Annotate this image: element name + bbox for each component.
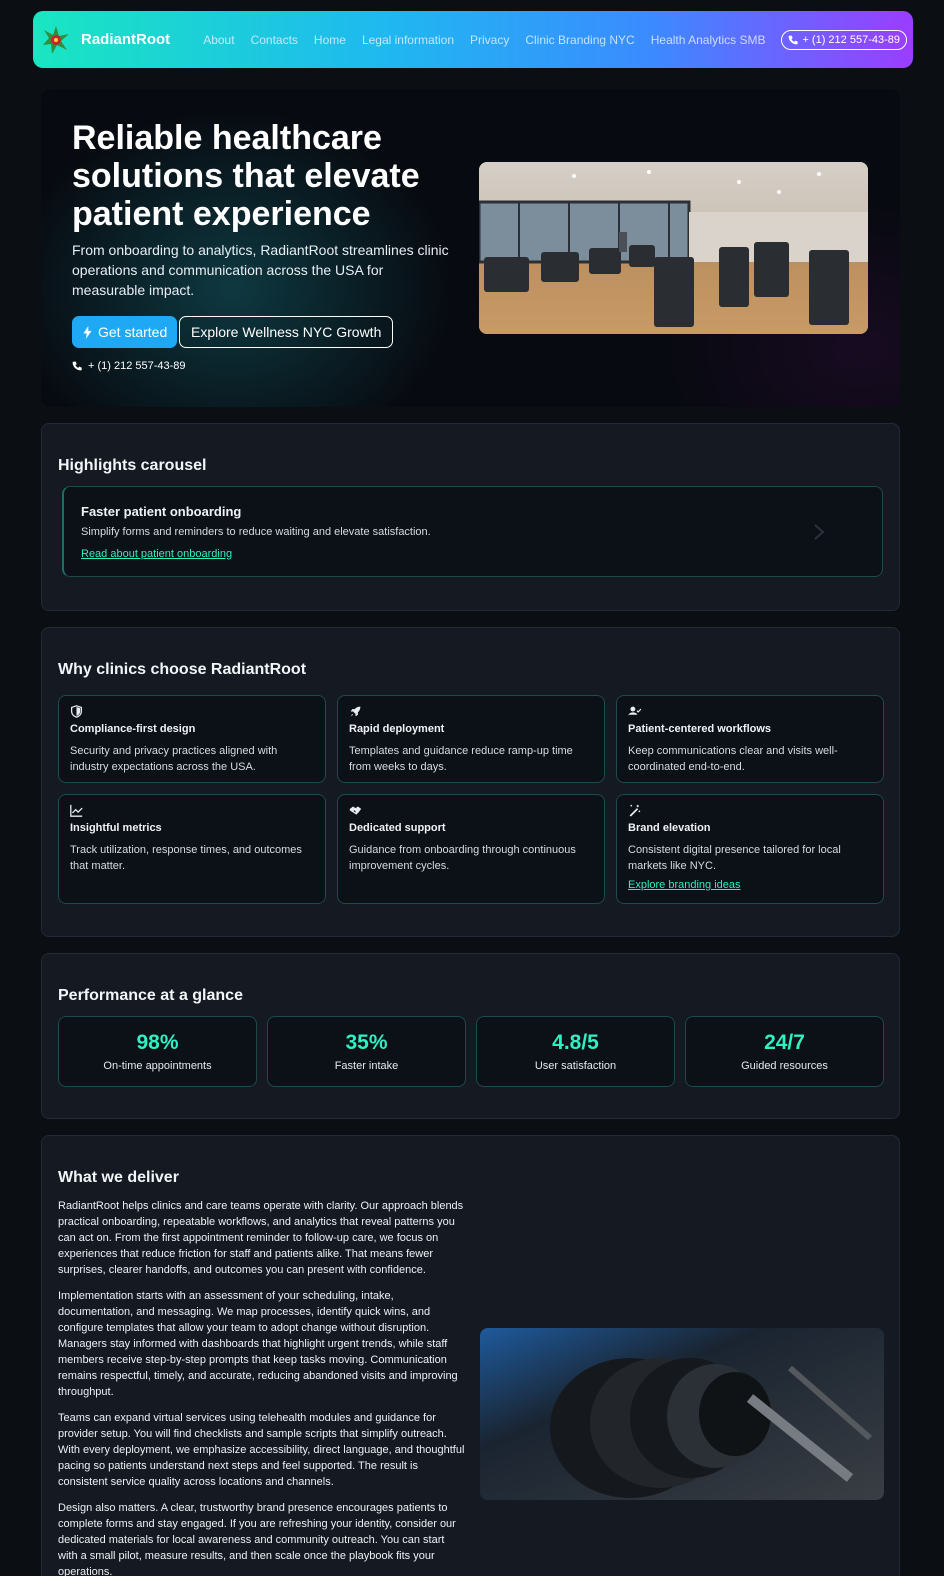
nav-link-clinic-branding-nyc[interactable]: Clinic Branding NYC bbox=[517, 33, 642, 47]
stat-value: 98% bbox=[136, 1031, 179, 1054]
stat-label: Guided resources bbox=[741, 1060, 828, 1072]
feature-description: Security and privacy practices aligned w… bbox=[70, 745, 278, 773]
feature-title: Brand elevation bbox=[628, 822, 711, 834]
stat-card: 98% On-time appointments bbox=[58, 1016, 257, 1087]
slide-link[interactable]: Read about patient onboarding bbox=[81, 548, 232, 560]
stat-value: 35% bbox=[345, 1031, 388, 1054]
stat-label: Faster intake bbox=[334, 1060, 399, 1072]
nav-link-health-analytics-smb[interactable]: Health Analytics SMB bbox=[643, 33, 774, 47]
performance-title: Performance at a glance bbox=[58, 987, 243, 1004]
get-started-button[interactable]: Get started bbox=[72, 316, 178, 348]
stat-label: On-time appointments bbox=[103, 1060, 212, 1072]
feature-description: Keep communications clear and visits wel… bbox=[628, 745, 838, 773]
chart-line-icon bbox=[70, 804, 83, 817]
deliver-paragraph: Design also matters. A clear, trustworth… bbox=[58, 1502, 456, 1576]
feature-title: Dedicated support bbox=[349, 822, 446, 834]
slide-description: Simplify forms and reminders to reduce w… bbox=[81, 526, 431, 538]
feature-title: Insightful metrics bbox=[70, 822, 162, 834]
handshake-icon bbox=[349, 806, 362, 815]
feature-card: Brand elevation Consistent digital prese… bbox=[616, 794, 884, 904]
deliver-body: RadiantRoot helps clinics and care teams… bbox=[58, 1198, 465, 1576]
feature-description: Track utilization, response times, and o… bbox=[70, 844, 302, 872]
deliver-paragraph: Teams can expand virtual services using … bbox=[58, 1412, 465, 1488]
brand-logo-icon bbox=[39, 23, 73, 57]
feature-description: Consistent digital presence tailored for… bbox=[628, 844, 841, 872]
feature-card: Insightful metrics Track utilization, re… bbox=[58, 794, 326, 904]
feature-card: Dedicated support Guidance from onboardi… bbox=[337, 794, 605, 904]
nav-link-home[interactable]: Home bbox=[306, 33, 354, 47]
phone-icon bbox=[789, 35, 799, 44]
stat-card: 4.8/5 User satisfaction bbox=[476, 1016, 675, 1087]
highlights-carousel-section: Highlights carousel Faster patient onboa… bbox=[41, 423, 900, 611]
brand[interactable]: RadiantRoot bbox=[39, 23, 170, 57]
stat-card: 24/7 Guided resources bbox=[685, 1016, 884, 1087]
hero-section: Reliable healthcare solutions that eleva… bbox=[41, 89, 900, 407]
nav-phone-number: + (1) 212 557-43-89 bbox=[802, 33, 900, 46]
dumbbell-photo bbox=[480, 1328, 884, 1500]
why-clinics-section: Why clinics choose RadiantRoot Complianc… bbox=[41, 627, 900, 937]
stat-label: User satisfaction bbox=[534, 1060, 617, 1072]
feature-card: Patient-centered workflows Keep communic… bbox=[616, 695, 884, 783]
nav-link-about[interactable]: About bbox=[195, 33, 242, 47]
feature-description: Templates and guidance reduce ramp-up ti… bbox=[349, 745, 573, 773]
features-title: Why clinics choose RadiantRoot bbox=[58, 661, 307, 678]
feature-card: Rapid deployment Templates and guidance … bbox=[337, 695, 605, 783]
hero-phone[interactable]: + (1) 212 557-43-89 bbox=[72, 360, 186, 372]
feature-description: Guidance from onboarding through continu… bbox=[349, 844, 576, 872]
hero-subtitle: From onboarding to analytics, RadiantRoo… bbox=[72, 242, 449, 298]
phone-icon bbox=[72, 361, 82, 371]
brand-name: RadiantRoot bbox=[81, 31, 171, 48]
nav-links: About Contacts Home Legal information Pr… bbox=[195, 29, 907, 50]
slide-title: Faster patient onboarding bbox=[81, 504, 242, 519]
hero-phone-number: + (1) 212 557-43-89 bbox=[88, 360, 186, 372]
nav-link-legal-information[interactable]: Legal information bbox=[354, 33, 462, 47]
feature-title: Compliance-first design bbox=[70, 723, 196, 735]
rocket-icon bbox=[350, 706, 361, 717]
deliver-paragraph: Implementation starts with an assessment… bbox=[58, 1290, 458, 1398]
feature-card: Compliance-first design Security and pri… bbox=[58, 695, 326, 783]
nav-link-privacy[interactable]: Privacy bbox=[462, 33, 517, 47]
explore-branding-link[interactable]: Explore branding ideas bbox=[628, 879, 741, 891]
explore-wellness-button[interactable]: Explore Wellness NYC Growth bbox=[179, 316, 394, 348]
nav-phone-button[interactable]: + (1) 212 557-43-89 bbox=[781, 29, 907, 50]
gym-photo bbox=[479, 162, 868, 334]
deliver-paragraph: RadiantRoot helps clinics and care teams… bbox=[58, 1200, 464, 1276]
nav-link-contacts[interactable]: Contacts bbox=[243, 33, 306, 47]
user-check-icon bbox=[628, 706, 641, 717]
feature-title: Patient-centered workflows bbox=[628, 723, 772, 735]
stat-card: 35% Faster intake bbox=[267, 1016, 466, 1087]
stat-value: 24/7 bbox=[764, 1031, 805, 1054]
top-navbar: RadiantRoot About Contacts Home Legal in… bbox=[33, 11, 913, 68]
magic-wand-icon bbox=[629, 804, 641, 817]
carousel-title: Highlights carousel bbox=[58, 457, 207, 474]
deliver-title: What we deliver bbox=[58, 1169, 179, 1186]
get-started-label: Get started bbox=[98, 324, 168, 340]
what-we-deliver-section: What we deliver RadiantRoot helps clinic… bbox=[41, 1135, 900, 1576]
chevron-right-icon[interactable] bbox=[812, 523, 826, 541]
feature-title: Rapid deployment bbox=[349, 723, 445, 735]
stat-value: 4.8/5 bbox=[552, 1031, 599, 1054]
lightning-icon bbox=[83, 325, 92, 339]
carousel-slide: Faster patient onboarding Simplify forms… bbox=[62, 486, 883, 577]
performance-section: Performance at a glance 98% On-time appo… bbox=[41, 953, 900, 1119]
shield-icon bbox=[70, 705, 83, 718]
hero-title: Reliable healthcare solutions that eleva… bbox=[72, 119, 420, 233]
